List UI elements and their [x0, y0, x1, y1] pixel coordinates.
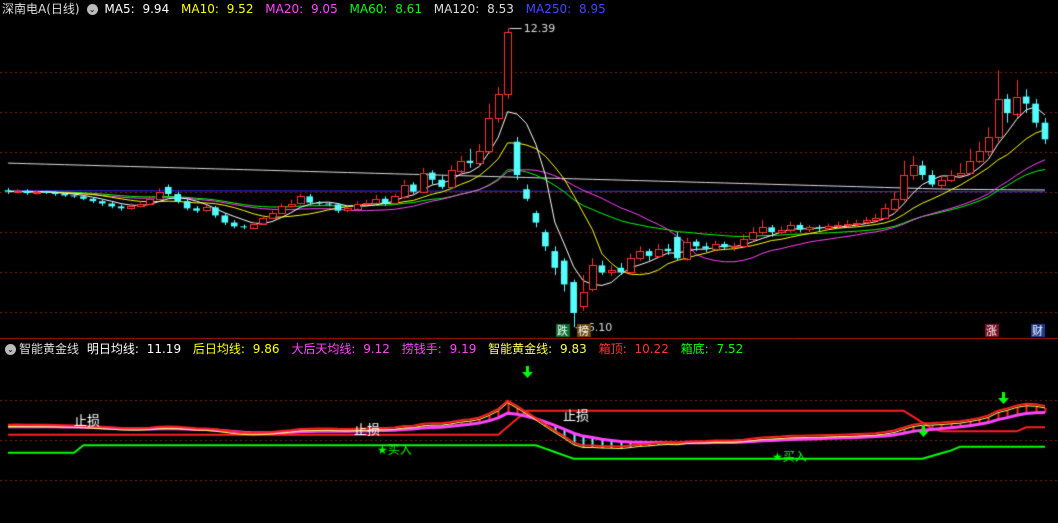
- ma20-legend: MA20: 9.05: [265, 2, 338, 16]
- chart-title: 深南电A(日线): [2, 2, 80, 16]
- ma5-legend: MA5: 9.94: [104, 2, 170, 16]
- ma60-legend: MA60: 8.61: [349, 2, 422, 16]
- tomorrow-ma-legend: 明日均线: 11.19: [86, 342, 182, 356]
- main-chart-header: 深南电A(日线) ⌄ MA5: 9.94 MA10: 9.52 MA20: 9.0…: [2, 1, 614, 17]
- indicator-header: ⌄ 智能黄金线 明日均线: 11.19 后日均线: 9.86 大后天均线: 9.1…: [2, 341, 751, 357]
- indicator-settings-icon[interactable]: ⌄: [5, 344, 16, 355]
- golden-line-legend: 智能黄金线: 9.83: [488, 342, 587, 356]
- box-bottom-legend: 箱底: 7.52: [680, 342, 744, 356]
- stock-chart-canvas[interactable]: [0, 0, 1058, 523]
- ma250-legend: MA250: 8.95: [525, 2, 606, 16]
- third-day-ma-legend: 大后天均线: 9.12: [291, 342, 390, 356]
- ma10-legend: MA10: 9.52: [181, 2, 254, 16]
- day-after-ma-legend: 后日均线: 9.86: [192, 342, 280, 356]
- ma120-legend: MA120: 8.53: [433, 2, 514, 16]
- settings-circle-icon[interactable]: ⌄: [86, 4, 98, 15]
- box-top-legend: 箱顶: 10.22: [598, 342, 669, 356]
- money-hand-legend: 捞钱手: 9.19: [401, 342, 477, 356]
- indicator-title: 智能黄金线: [19, 342, 80, 356]
